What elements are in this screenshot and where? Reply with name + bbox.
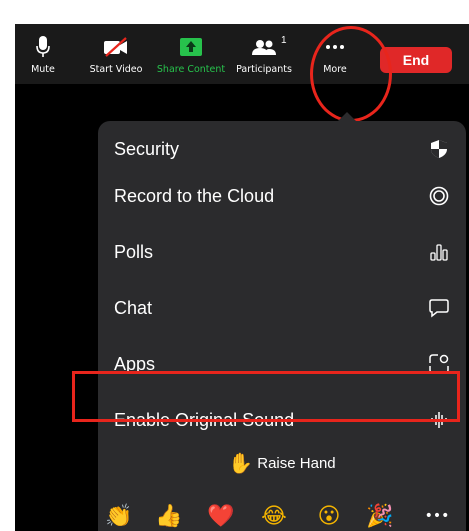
apps-icon bbox=[428, 353, 450, 375]
end-meeting-button[interactable]: End bbox=[380, 47, 452, 73]
menu-item-label: Enable Original Sound bbox=[114, 409, 295, 430]
sound-wave-icon bbox=[428, 409, 450, 431]
start-video-label: Start Video bbox=[89, 64, 143, 75]
menu-item-label: Security bbox=[114, 138, 180, 159]
meeting-window: Mute Start Video Share Content Participa… bbox=[15, 24, 469, 531]
menu-item-apps[interactable]: Apps bbox=[98, 336, 466, 392]
reaction-surprised[interactable]: 😮 bbox=[312, 499, 346, 531]
video-off-icon bbox=[103, 36, 129, 58]
raised-hand-icon: ✋ bbox=[228, 451, 254, 475]
reactions-bar: 👏 👍 ❤️ 😂 😮 🎉 ••• bbox=[98, 499, 466, 531]
chat-icon bbox=[428, 297, 450, 319]
mute-button[interactable]: Mute bbox=[23, 24, 63, 84]
poll-icon bbox=[428, 241, 450, 263]
more-label: More bbox=[323, 64, 347, 75]
raise-hand-button[interactable]: ✋ Raise Hand bbox=[98, 448, 466, 478]
microphone-icon bbox=[36, 36, 50, 58]
raise-hand-label: Raise Hand bbox=[257, 454, 336, 472]
menu-item-label: Chat bbox=[114, 297, 153, 318]
reaction-clap[interactable]: 👏 bbox=[102, 499, 136, 531]
reaction-laugh[interactable]: 😂 bbox=[257, 499, 291, 531]
share-content-label: Share Content bbox=[156, 64, 226, 75]
shield-icon bbox=[428, 138, 450, 160]
reaction-heart[interactable]: ❤️ bbox=[204, 499, 238, 531]
participants-label: Participants bbox=[236, 64, 292, 75]
share-screen-icon bbox=[180, 36, 202, 58]
menu-item-enable-original-sound[interactable]: Enable Original Sound bbox=[98, 392, 466, 448]
mute-label: Mute bbox=[31, 64, 55, 75]
menu-item-polls[interactable]: Polls bbox=[98, 224, 466, 280]
start-video-button[interactable]: Start Video bbox=[85, 24, 147, 84]
more-button[interactable]: More bbox=[318, 24, 352, 84]
menu-item-record-cloud[interactable]: Record to the Cloud bbox=[98, 168, 466, 224]
menu-item-chat[interactable]: Chat bbox=[98, 280, 466, 336]
menu-item-label: Record to the Cloud bbox=[114, 185, 275, 206]
menu-item-label: Apps bbox=[114, 353, 156, 374]
more-dots-icon bbox=[325, 36, 345, 58]
reaction-thumbs-up[interactable]: 👍 bbox=[152, 499, 186, 531]
more-reactions-button[interactable]: ••• bbox=[420, 499, 454, 531]
menu-item-label: Polls bbox=[114, 241, 154, 262]
meeting-toolbar: Mute Start Video Share Content Participa… bbox=[15, 24, 469, 84]
more-menu: Security Record to the Cloud Polls Chat … bbox=[98, 121, 466, 531]
participants-icon bbox=[252, 36, 276, 58]
participants-button[interactable]: Participants bbox=[233, 24, 295, 84]
reaction-party[interactable]: 🎉 bbox=[363, 499, 397, 531]
share-content-button[interactable]: Share Content bbox=[153, 24, 229, 84]
participant-count-badge: 1 bbox=[281, 35, 287, 46]
record-icon bbox=[428, 185, 450, 207]
